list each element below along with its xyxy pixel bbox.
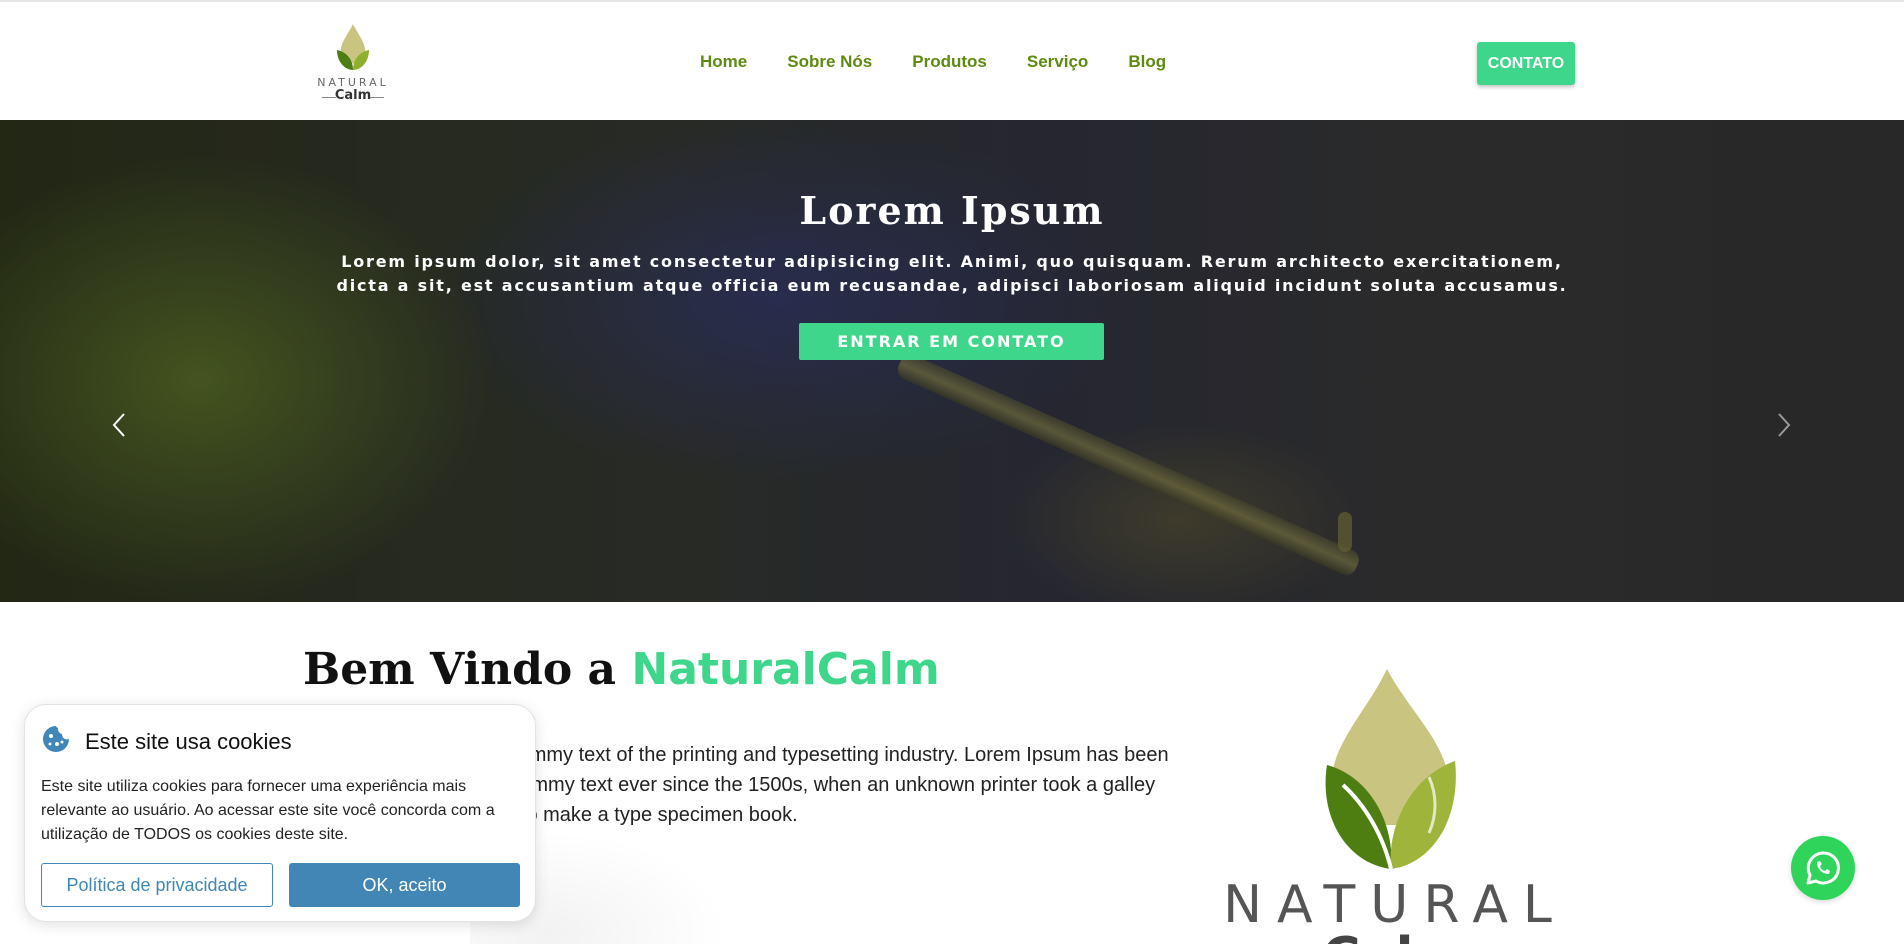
chevron-right-icon bbox=[1778, 413, 1791, 437]
hero-title: Lorem Ipsum bbox=[799, 188, 1105, 233]
nav-item-blog[interactable]: Blog bbox=[1128, 52, 1166, 72]
privacy-policy-button[interactable]: Política de privacidade bbox=[41, 863, 273, 907]
whatsapp-icon bbox=[1806, 851, 1840, 885]
main-nav: Home Sobre Nós Produtos Serviço Blog bbox=[700, 52, 1206, 72]
cookie-title: Este site usa cookies bbox=[85, 729, 292, 754]
leaf-drop-icon bbox=[337, 24, 369, 70]
welcome-title-prefix: Bem Vindo a bbox=[303, 644, 617, 695]
site-logo[interactable]: NATURAL Calm bbox=[308, 24, 398, 106]
nav-item-home[interactable]: Home bbox=[700, 52, 747, 72]
welcome-logo: NATURAL Calm bbox=[1215, 665, 1575, 944]
hero-text: Lorem ipsum dolor, sit amet consectetur … bbox=[290, 250, 1614, 298]
welcome-logo-word-natural: NATURAL bbox=[1223, 875, 1567, 935]
chevron-left-icon bbox=[112, 413, 125, 437]
leaf-drop-icon bbox=[1325, 669, 1456, 870]
cookie-banner: Este site usa cookies Este site utiliza … bbox=[24, 704, 536, 922]
slider-next-button[interactable] bbox=[1769, 410, 1799, 440]
welcome-logo-word-calm: Calm bbox=[1215, 927, 1575, 944]
contact-button[interactable]: CONTATO bbox=[1477, 42, 1575, 85]
welcome-title: Bem Vindo a NaturalCalm bbox=[303, 644, 940, 695]
cookie-icon bbox=[43, 726, 69, 752]
nav-item-servico[interactable]: Serviço bbox=[1027, 52, 1088, 72]
hero-text-line: Lorem ipsum dolor, sit amet consectetur … bbox=[341, 252, 1563, 271]
slider-prev-button[interactable] bbox=[104, 410, 134, 440]
nav-item-produtos[interactable]: Produtos bbox=[912, 52, 987, 72]
accept-cookies-button[interactable]: OK, aceito bbox=[289, 863, 520, 907]
site-header: NATURAL Calm Home Sobre Nós Produtos Ser… bbox=[0, 2, 1904, 120]
logo-word-calm: Calm bbox=[334, 88, 372, 103]
nav-item-sobre-nos[interactable]: Sobre Nós bbox=[787, 52, 872, 72]
whatsapp-button[interactable] bbox=[1791, 836, 1855, 900]
hero-contact-button[interactable]: ENTRAR EM CONTATO bbox=[799, 323, 1104, 360]
logo-rule bbox=[370, 97, 384, 98]
welcome-title-brand: NaturalCalm bbox=[631, 644, 940, 695]
cookie-text: Este site utiliza cookies para fornecer … bbox=[41, 778, 495, 843]
hero-text-line: dicta a sit, est accusantium atque offic… bbox=[336, 276, 1568, 295]
